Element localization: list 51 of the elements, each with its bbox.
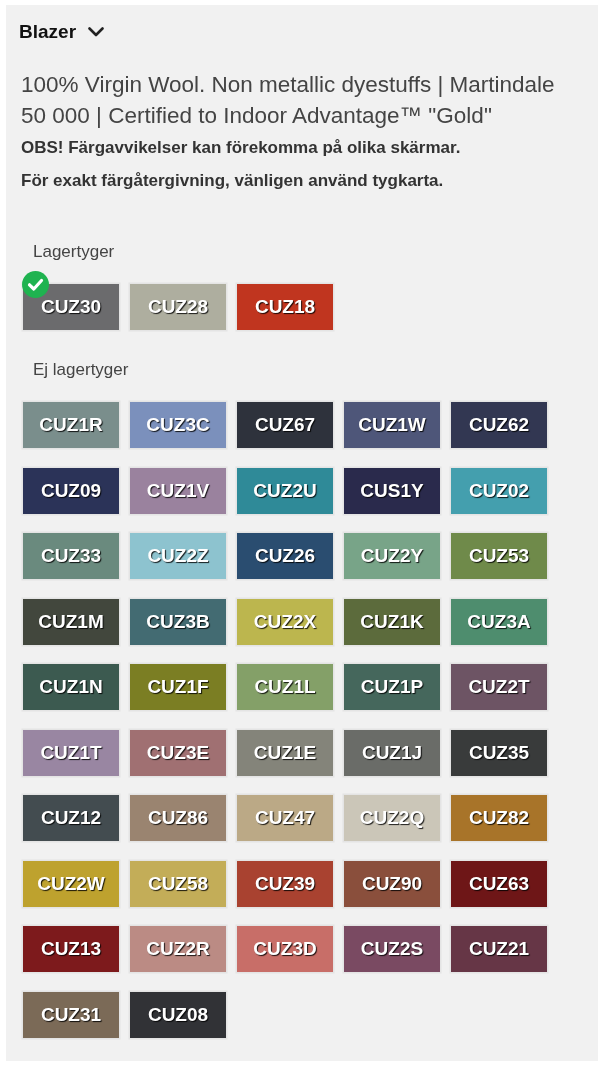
fabric-swatch[interactable]: CUZ2R	[130, 926, 226, 972]
fabric-swatch[interactable]: CUZ3B	[130, 598, 226, 645]
fabric-swatch[interactable]: CUZ62	[451, 402, 547, 448]
fabric-swatch[interactable]: CUZ12	[23, 795, 119, 841]
fabric-swatch[interactable]: CUZ1T	[23, 729, 119, 776]
fabric-swatch[interactable]: CUZ33	[23, 533, 119, 579]
fabric-swatch[interactable]: CUZ3E	[130, 729, 226, 776]
fabric-swatch[interactable]: CUZ3C	[130, 402, 226, 448]
fabric-swatch[interactable]: CUZ1W	[344, 402, 440, 448]
fabric-swatch[interactable]: CUZ1M	[23, 598, 119, 645]
fabric-swatch[interactable]: CUZ1P	[344, 664, 440, 710]
fabric-swatch[interactable]: CUZ31	[23, 991, 119, 1038]
fabric-swatch[interactable]: CUZ02	[451, 467, 547, 514]
fabric-swatch[interactable]: CUZ26	[237, 533, 333, 579]
fabric-swatch[interactable]: CUZ63	[451, 860, 547, 907]
fabric-swatch[interactable]: CUZ2Y	[344, 533, 440, 579]
fabric-swatch[interactable]: CUZ1J	[344, 729, 440, 776]
fabric-swatch[interactable]: CUZ90	[344, 860, 440, 907]
fabric-swatch[interactable]: CUZ2S	[344, 926, 440, 972]
fabric-swatch[interactable]: CUZ18	[237, 284, 333, 330]
fabric-swatch[interactable]: CUZ1F	[130, 664, 226, 710]
fabric-swatch[interactable]: CUZ1K	[344, 598, 440, 645]
group-label: Lagertyger	[33, 242, 115, 262]
color-disclaimer: OBS! Färgavvikelser kan förekomma på olika skärmar.	[21, 137, 462, 159]
section-toggle[interactable]: Blazer	[19, 22, 105, 42]
color-disclaimer: För exakt färgåtergivning, vänligen använd tygkarta.	[21, 170, 445, 192]
fabric-swatch[interactable]: CUZ67	[237, 402, 333, 448]
fabric-swatch[interactable]: CUZ82	[451, 795, 547, 841]
fabric-swatch[interactable]: CUZ09	[23, 467, 119, 514]
fabric-swatch[interactable]: CUZ3A	[451, 598, 547, 645]
fabric-swatch[interactable]: CUZ35	[451, 729, 547, 776]
fabric-swatch[interactable]: CUS1Y	[344, 467, 440, 514]
fabric-swatch[interactable]: CUZ30	[23, 284, 119, 330]
fabric-swatch[interactable]: CUZ3D	[237, 926, 333, 972]
fabric-swatch[interactable]: CUZ13	[23, 926, 119, 972]
fabric-swatch[interactable]: CUZ1E	[237, 729, 333, 776]
fabric-swatch[interactable]: CUZ1R	[23, 402, 119, 448]
check-icon	[22, 271, 49, 298]
fabric-swatch[interactable]: CUZ86	[130, 795, 226, 841]
fabric-description: 100% Virgin Wool. Non metallic dyestuffs | Martindale 50 000 | Certified to Indoor Advantage™ "Gold"	[21, 71, 556, 130]
fabric-swatch[interactable]: CUZ2U	[237, 467, 333, 514]
fabric-swatch[interactable]: CUZ08	[130, 991, 226, 1038]
fabric-swatch[interactable]: CUZ1N	[23, 664, 119, 710]
fabric-swatch[interactable]: CUZ2T	[451, 664, 547, 710]
fabric-swatch[interactable]: CUZ21	[451, 926, 547, 972]
fabric-swatch[interactable]: CUZ1V	[130, 467, 226, 514]
fabric-swatch[interactable]: CUZ39	[237, 860, 333, 907]
group-label: Ej lagertyger	[33, 360, 129, 380]
chevron-down-icon	[88, 27, 105, 37]
fabric-swatch[interactable]: CUZ1L	[237, 664, 333, 710]
fabric-swatch[interactable]: CUZ53	[451, 533, 547, 579]
